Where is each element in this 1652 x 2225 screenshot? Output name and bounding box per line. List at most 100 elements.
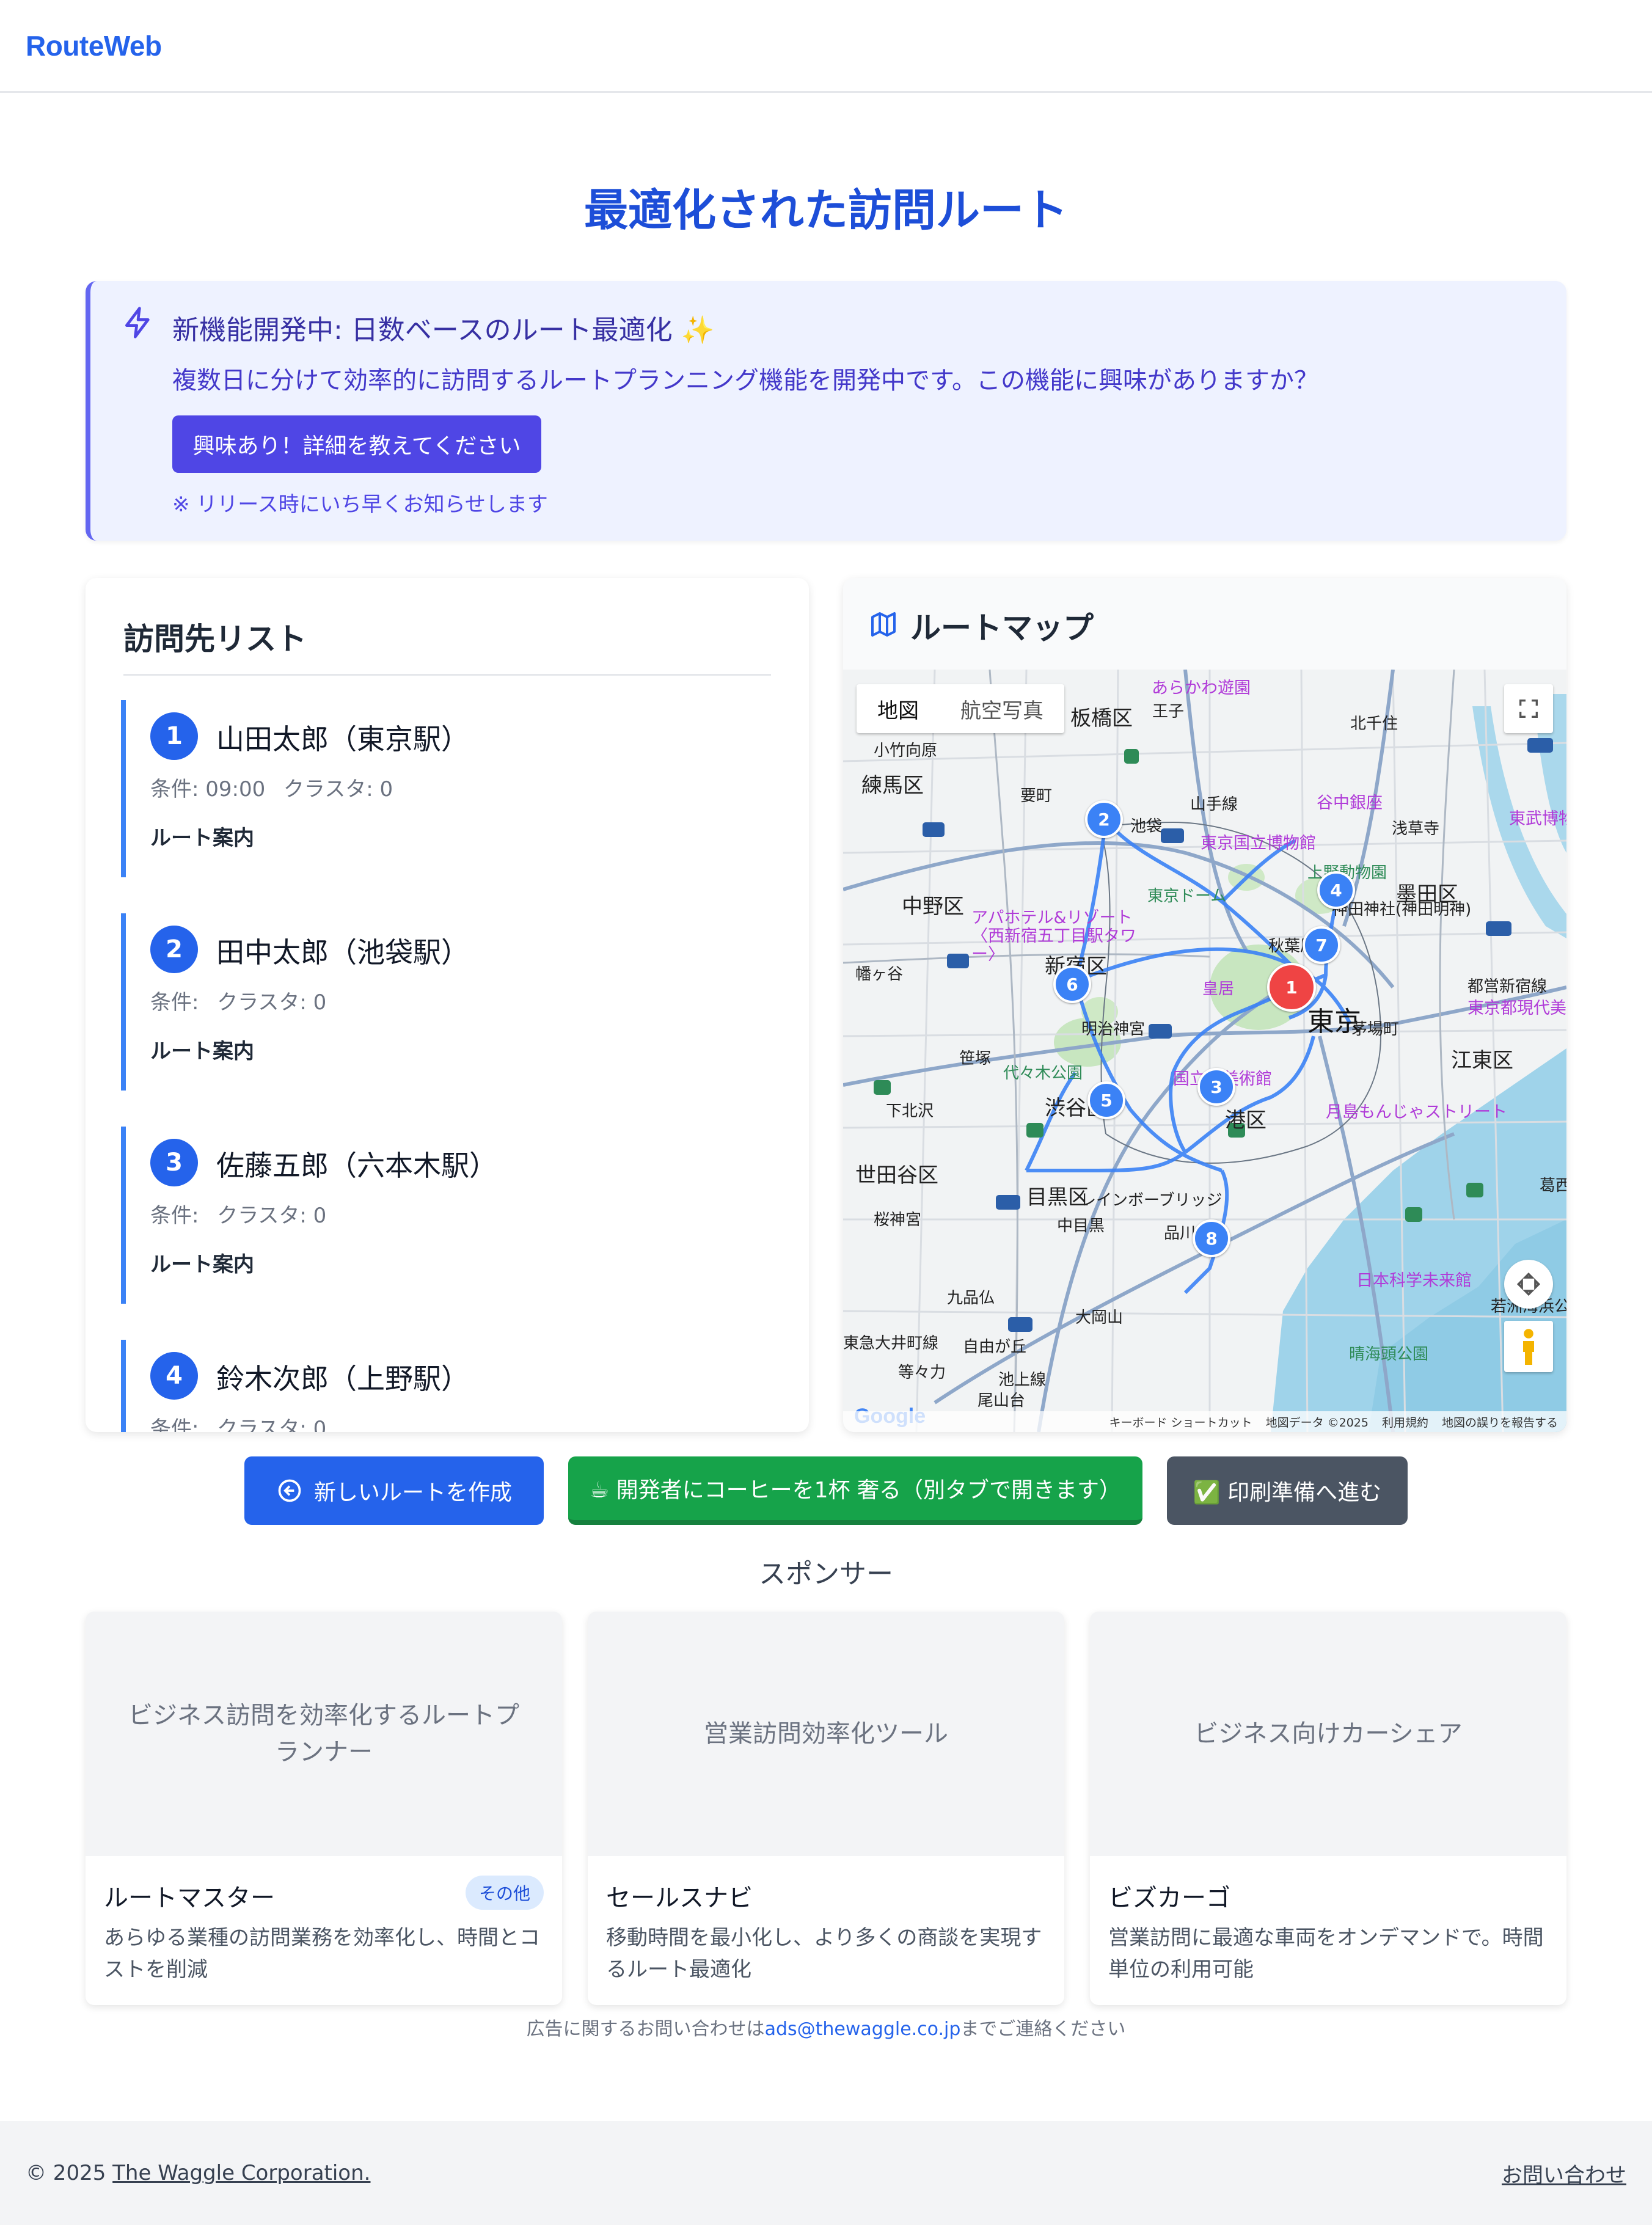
cluster-label: クラスタ: 0: [283, 777, 393, 802]
page-title: 最適化された訪問ルート: [583, 185, 1068, 236]
visit-item: 1 山田太郎（東京駅） 条件: 09:00 クラスタ: 0 ルート案内: [121, 700, 793, 877]
map-type-map-tab[interactable]: 地図: [857, 684, 940, 733]
map-poi-label: 代々木公園: [1003, 1064, 1083, 1083]
route-marker[interactable]: 7: [1303, 926, 1340, 964]
map-label: 大岡山: [1075, 1309, 1124, 1327]
page-footer: © 2025 The Waggle Corporation. お問い合わせ: [0, 2121, 1652, 2225]
promo-title: 新機能開発中: 日数ベースのルート最適化 ✨: [172, 315, 715, 346]
map-label: 中野区: [902, 894, 964, 919]
map-label: 池上線: [998, 1371, 1047, 1389]
sponsor-name: ルートマスター: [104, 1884, 275, 1912]
sponsor-card[interactable]: ビジネス訪問を効率化するルートプランナー ルートマスター その他 あらゆる業種の…: [86, 1612, 562, 2005]
report-error-link[interactable]: 地図の誤りを報告する: [1442, 1414, 1558, 1430]
stop-condition: 条件: クラスタ: 0: [150, 1199, 331, 1229]
map-label: 桜神宮: [874, 1211, 922, 1229]
keyboard-shortcuts-link[interactable]: キーボード ショートカット: [1109, 1414, 1252, 1430]
sponsor-image-placeholder: ビジネス訪問を効率化するルートプランナー: [86, 1612, 562, 1856]
map-poi-label: あらかわ遊園: [1152, 679, 1251, 698]
route-marker[interactable]: 2: [1085, 800, 1123, 838]
stop-name: 山田太郎（東京駅）: [216, 723, 469, 756]
visit-list-card: 訪問先リスト 1 山田太郎（東京駅） 条件: 09:00 クラスタ: 0 ルート…: [86, 578, 809, 1432]
sponsor-image-placeholder: ビジネス向けカーシェア: [1090, 1612, 1566, 1856]
visit-item: 2 田中太郎（池袋駅） 条件: クラスタ: 0 ルート案内: [121, 913, 793, 1091]
visit-item: 3 佐藤五郎（六本木駅） 条件: クラスタ: 0 ルート案内: [121, 1127, 793, 1304]
cluster-label: クラスタ: 0: [217, 1417, 327, 1432]
map-poi-label: 茅場町: [1351, 1020, 1400, 1039]
map-label: 板橋区: [1070, 706, 1133, 731]
map-label: 池袋: [1130, 817, 1163, 836]
map-label: 山手線: [1190, 795, 1238, 814]
map-data-credit: 地図データ ©2025: [1265, 1416, 1369, 1430]
camera-control-icon[interactable]: [1504, 1260, 1553, 1309]
map-label: 王子: [1152, 703, 1185, 721]
stop-condition: 条件: 09:00 クラスタ: 0: [150, 772, 398, 802]
ads-email-link[interactable]: ads@thewaggle.co.jp: [765, 2019, 961, 2040]
map-poi-label: 東京ドーム: [1147, 887, 1227, 905]
sponsor-description: 営業訪問に最適な車両をオンデマンドで。時間単位の利用可能: [1108, 1926, 1544, 1982]
sponsor-image-placeholder: 営業訪問効率化ツール: [588, 1612, 1064, 1856]
route-marker[interactable]: 3: [1197, 1068, 1235, 1106]
route-marker[interactable]: 8: [1193, 1219, 1230, 1257]
ads-contact-note: 広告に関するお問い合わせはads@thewaggle.co.jpまでご連絡くださ…: [0, 2014, 1652, 2040]
interest-button[interactable]: 興味あり！詳細を教えてください: [172, 415, 541, 473]
stop-condition: 条件: クラスタ: 0: [150, 1412, 331, 1432]
condition-label: 条件:: [150, 1204, 199, 1228]
sponsor-name: セールスナビ: [606, 1884, 753, 1912]
stop-name: 鈴木次郎（上野駅）: [216, 1362, 469, 1395]
coffee-button[interactable]: ☕ 開発者にコーヒーを1杯 奢る（別タブで開きます）: [568, 1456, 1142, 1525]
stop-name: 佐藤五郎（六本木駅）: [216, 1149, 497, 1182]
route-guide-link[interactable]: ルート案内: [150, 1034, 254, 1064]
sponsor-name: ビズカーゴ: [1108, 1884, 1230, 1912]
street-view-pegman-icon[interactable]: [1504, 1321, 1553, 1372]
sponsor-description: あらゆる業種の訪問業務を効率化し、時間とコストを削減: [104, 1926, 540, 1982]
print-label: ✅ 印刷準備へ進む: [1193, 1480, 1382, 1505]
promo-note: ※ リリース時にいち早くお知らせします: [172, 492, 548, 517]
route-guide-link[interactable]: ルート案内: [150, 821, 254, 851]
stop-number-badge: 4: [150, 1352, 198, 1400]
sponsor-card[interactable]: ビジネス向けカーシェア ビズカーゴ 営業訪問に最適な車両をオンデマンドで。時間単…: [1090, 1612, 1566, 2005]
print-button[interactable]: ✅ 印刷準備へ進む: [1167, 1456, 1408, 1525]
map-poi-label: 谷中銀座: [1317, 794, 1383, 813]
sponsor-card[interactable]: 営業訪問効率化ツール セールスナビ 移動時間を最小化し、より多くの商談を実現する…: [588, 1612, 1064, 2005]
map-poi-label: 明治神宮: [1081, 1020, 1146, 1039]
fullscreen-icon[interactable]: [1504, 684, 1553, 733]
map-type-satellite-tab[interactable]: 航空写真: [940, 684, 1064, 733]
map-label: 世田谷区: [855, 1163, 938, 1188]
map-poi-label: 皇居: [1202, 980, 1235, 998]
route-marker[interactable]: 1: [1267, 963, 1316, 1012]
terms-link[interactable]: 利用規約: [1382, 1414, 1428, 1430]
route-marker[interactable]: 6: [1053, 965, 1091, 1003]
map-label: 下北沢: [886, 1102, 934, 1120]
map-label: 幡ヶ谷: [855, 965, 904, 984]
map-title: ルートマップ: [910, 610, 1094, 646]
map-label: 要町: [1020, 787, 1053, 805]
map-poi-label: 東武博物: [1509, 809, 1566, 828]
map-label: 江東区: [1451, 1048, 1513, 1073]
new-route-button[interactable]: 新しいルートを作成: [244, 1456, 544, 1525]
cluster-label: クラスタ: 0: [217, 990, 327, 1015]
app-header: RouteWeb: [0, 0, 1652, 93]
route-marker[interactable]: 4: [1317, 871, 1355, 909]
map-poi-label: 晴海頭公園: [1349, 1345, 1429, 1364]
route-marker[interactable]: 5: [1087, 1081, 1125, 1119]
google-map[interactable]: 練馬区 板橋区 北千住 中野区 新宿区 墨田区 江東区 港区 世田谷区 目黒区 …: [843, 670, 1566, 1432]
condition-label: 条件:: [150, 1417, 199, 1432]
visit-item: 4 鈴木次郎（上野駅） 条件: クラスタ: 0 ルート案内: [121, 1340, 793, 1432]
company-link[interactable]: The Waggle Corporation.: [112, 2161, 370, 2185]
contact-link[interactable]: お問い合わせ: [1502, 2158, 1626, 2188]
stop-name: 田中太郎（池袋駅）: [216, 936, 469, 969]
map-label: 等々力: [898, 1364, 946, 1382]
map-label: 中目黒: [1057, 1217, 1105, 1235]
map-label: 練馬区: [861, 773, 924, 798]
map-poi-label: 東京国立博物館: [1201, 834, 1316, 853]
ads-prefix: 広告に関するお問い合わせは: [526, 2019, 765, 2040]
route-guide-link[interactable]: ルート案内: [150, 1248, 254, 1277]
app-logo[interactable]: RouteWeb: [26, 29, 162, 62]
sponsor-heading: スポンサー: [759, 1558, 893, 1590]
new-route-label: 新しいルートを作成: [313, 1480, 512, 1505]
map-label: 小竹向原: [874, 742, 938, 760]
feature-promo-banner: 新機能開発中: 日数ベースのルート最適化 ✨ 複数日に分けて効率的に訪問するルー…: [86, 281, 1566, 541]
map-poi-label: レインボーブリッジ: [1080, 1191, 1223, 1210]
promo-text: 複数日に分けて効率的に訪問するルートプランニング機能を開発中です。この機能に興味…: [172, 367, 1318, 395]
coffee-label: ☕ 開発者にコーヒーを1杯 奢る（別タブで開きます）: [589, 1478, 1122, 1503]
